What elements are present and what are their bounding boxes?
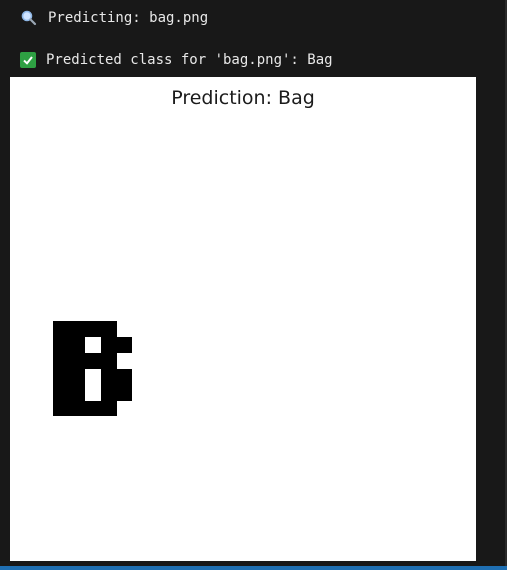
log-text-predicted-class: Predicted class for 'bag.png': Bag xyxy=(46,52,333,68)
prediction-plot: Prediction: Bag xyxy=(10,77,476,561)
check-icon xyxy=(20,52,36,68)
pixel-glyph-image xyxy=(53,321,132,416)
log-line-predicting: Predicting: bag.png xyxy=(20,8,208,28)
log-line-predicted-class: Predicted class for 'bag.png': Bag xyxy=(20,50,333,70)
log-text-predicting: Predicting: bag.png xyxy=(48,10,209,26)
magnifier-icon xyxy=(21,10,37,26)
output-cell: Predicting: bag.png Predicted class for … xyxy=(0,0,507,566)
bottom-accent-bar xyxy=(0,566,507,570)
plot-title: Prediction: Bag xyxy=(171,87,315,109)
